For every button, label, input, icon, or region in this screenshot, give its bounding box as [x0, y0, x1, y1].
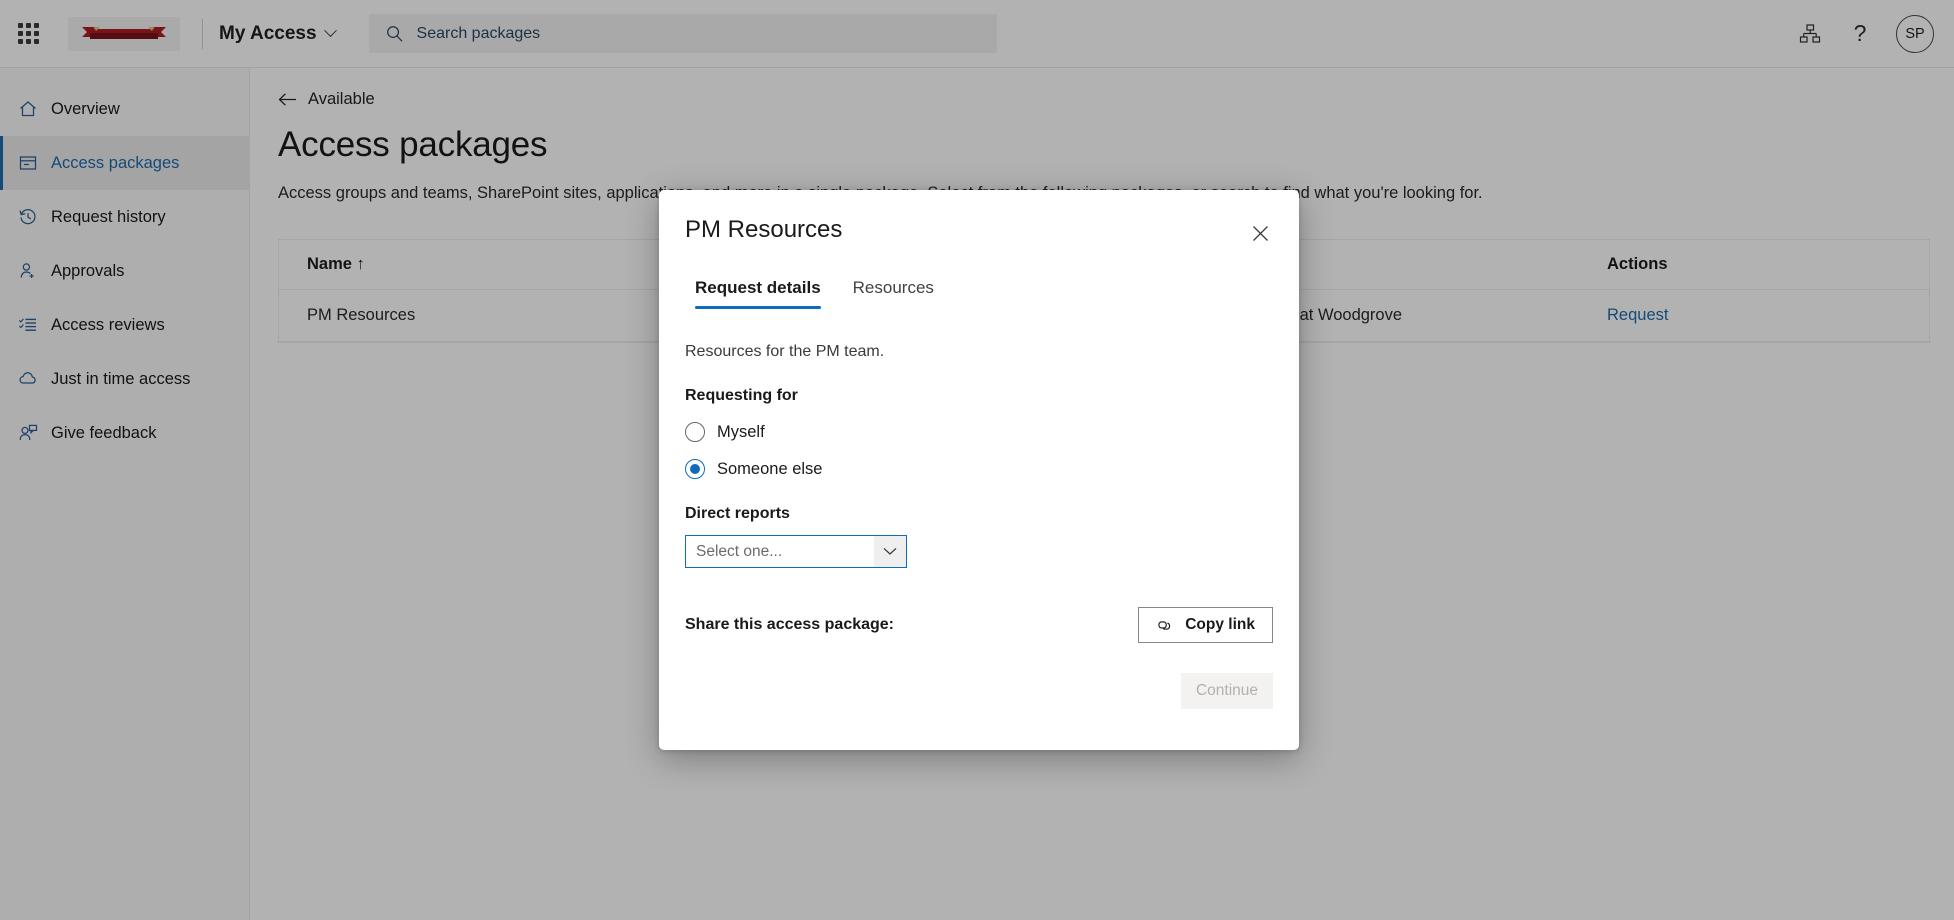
sidebar-item-label: Give feedback: [51, 424, 156, 443]
page-title: Access packages: [278, 125, 1954, 165]
share-row: Share this access package: Copy link: [685, 607, 1273, 643]
request-dialog: PM Resources Request details Resources R…: [659, 190, 1299, 750]
suite-title-label: My Access: [219, 23, 317, 45]
close-button[interactable]: [1243, 216, 1277, 250]
org-chart-icon: [1799, 23, 1821, 45]
sidebar-item-access-reviews[interactable]: Access reviews: [0, 298, 249, 352]
history-icon: [17, 207, 38, 228]
tab-resources[interactable]: Resources: [843, 270, 944, 309]
close-icon: [1252, 225, 1269, 242]
breadcrumb-label: Available: [308, 90, 375, 109]
search-placeholder: Search packages: [417, 25, 541, 43]
ribbon-icon: [78, 23, 170, 45]
direct-reports-combobox[interactable]: Select one...: [685, 535, 907, 568]
org-chart-button[interactable]: [1788, 12, 1832, 56]
continue-button[interactable]: Continue: [1181, 673, 1273, 709]
breadcrumb-back[interactable]: Available: [278, 90, 1954, 109]
copy-link-button[interactable]: Copy link: [1138, 607, 1273, 643]
dialog-title: PM Resources: [685, 216, 842, 244]
suite-actions: ? SP: [1788, 12, 1954, 56]
sidebar-item-approvals[interactable]: Approvals: [0, 244, 249, 298]
waffle-icon: [18, 23, 39, 44]
sidebar-item-overview[interactable]: Overview: [0, 82, 249, 136]
home-icon: [17, 99, 38, 120]
app-launcher-button[interactable]: [0, 0, 56, 68]
sidebar: Overview Access packages Request history…: [0, 68, 250, 920]
sidebar-item-label: Approvals: [51, 262, 124, 281]
radio-someone-else[interactable]: Someone else: [685, 459, 1273, 479]
share-label: Share this access package:: [685, 616, 894, 634]
sidebar-item-label: Overview: [51, 100, 120, 119]
feedback-person-icon: [17, 423, 38, 444]
radio-someone-else-label: Someone else: [717, 460, 823, 479]
header-divider: [202, 19, 203, 49]
user-avatar[interactable]: SP: [1896, 15, 1934, 53]
package-description: Resources for the PM team.: [685, 343, 1273, 361]
link-icon: [1156, 618, 1175, 633]
search-packages-input[interactable]: Search packages: [369, 14, 997, 53]
user-avatar-initials: SP: [1905, 26, 1924, 42]
request-link[interactable]: Request: [1607, 306, 1907, 325]
sidebar-item-just-in-time-access[interactable]: Just in time access: [0, 352, 249, 406]
sidebar-item-label: Request history: [51, 208, 166, 227]
brand-logo[interactable]: [68, 17, 180, 51]
dialog-header: PM Resources: [659, 190, 1299, 250]
package-icon: [17, 153, 38, 174]
radio-myself[interactable]: Myself: [685, 422, 1273, 442]
radio-myself-indicator: [685, 422, 705, 442]
copy-link-label: Copy link: [1185, 616, 1255, 634]
help-icon: ?: [1854, 20, 1867, 47]
radio-myself-label: Myself: [717, 423, 765, 442]
help-button[interactable]: ?: [1838, 12, 1882, 56]
dialog-tabs: Request details Resources: [659, 270, 1299, 309]
sidebar-item-request-history[interactable]: Request history: [0, 190, 249, 244]
requesting-for-label: Requesting for: [685, 387, 1273, 405]
sidebar-item-give-feedback[interactable]: Give feedback: [0, 406, 249, 460]
sidebar-item-label: Just in time access: [51, 370, 190, 389]
chevron-down-icon: [324, 24, 337, 37]
tab-request-details[interactable]: Request details: [685, 270, 831, 309]
sidebar-item-access-packages[interactable]: Access packages: [0, 136, 249, 190]
app-root: My Access Search packages: [0, 0, 1954, 920]
search-icon: [385, 24, 404, 43]
column-header-actions: Actions: [1607, 255, 1907, 274]
person-add-icon: [17, 261, 38, 282]
direct-reports-label: Direct reports: [685, 505, 1273, 523]
radio-someone-else-indicator: [685, 459, 705, 479]
cloud-icon: [17, 369, 38, 390]
sidebar-item-label: Access reviews: [51, 316, 165, 335]
dialog-body: Resources for the PM team. Requesting fo…: [659, 343, 1299, 709]
suite-title[interactable]: My Access: [219, 23, 335, 45]
arrow-left-icon: [278, 92, 297, 107]
combobox-expand-button[interactable]: [874, 536, 906, 567]
sidebar-item-label: Access packages: [51, 154, 179, 173]
checklist-icon: [17, 315, 38, 336]
chevron-down-icon: [883, 547, 897, 556]
suite-header: My Access Search packages: [0, 0, 1954, 68]
combobox-value: Select one...: [686, 543, 782, 561]
dialog-footer: Continue: [685, 673, 1273, 709]
